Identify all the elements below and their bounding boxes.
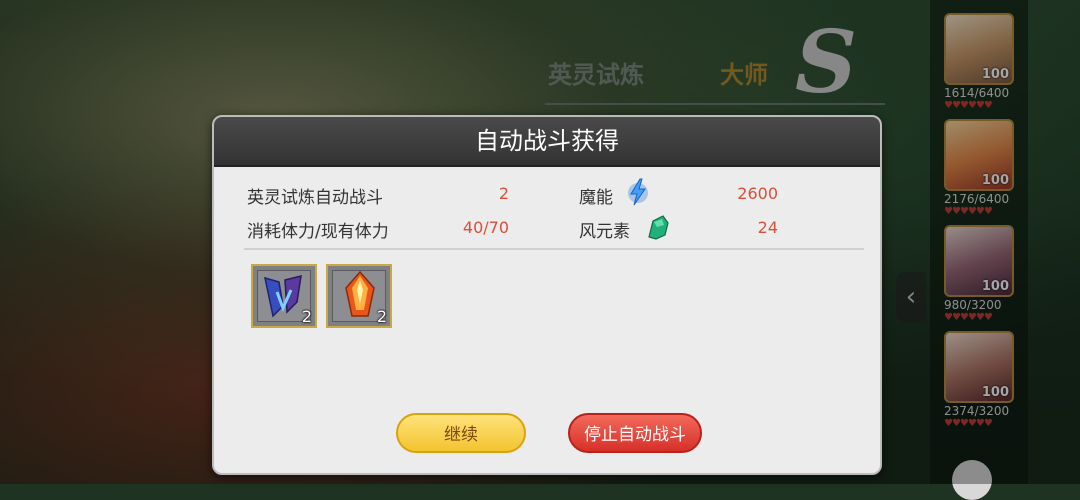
item-count: 2 bbox=[376, 307, 387, 326]
auto-battle-reward-dialog: 自动战斗获得 英灵试炼自动战斗 2 魔能 2600 消耗体力/现有体力 40/7… bbox=[212, 115, 882, 475]
dialog-title: 自动战斗获得 bbox=[214, 117, 880, 167]
stats-divider bbox=[244, 248, 864, 250]
auto-battle-count: 2 bbox=[498, 184, 509, 203]
wind-element-icon bbox=[648, 215, 669, 240]
continue-button[interactable]: 继续 bbox=[396, 413, 526, 453]
stats-row-2: 消耗体力/现有体力 40/70 风元素 24 bbox=[247, 213, 843, 247]
reward-stats: 英灵试炼自动战斗 2 魔能 2600 消耗体力/现有体力 40/70 风元素 2… bbox=[247, 178, 843, 247]
magic-label: 魔能 bbox=[579, 188, 613, 208]
wind-element-value: 24 bbox=[757, 218, 778, 237]
magic-value: 2600 bbox=[737, 184, 778, 203]
item-count: 2 bbox=[301, 307, 312, 326]
auto-battle-label: 英灵试炼自动战斗 bbox=[247, 188, 383, 208]
stamina-value: 40/70 bbox=[462, 218, 509, 237]
fire-crystal-icon bbox=[345, 270, 375, 317]
stamina-label: 消耗体力/现有体力 bbox=[247, 222, 389, 242]
stop-auto-battle-button[interactable]: 停止自动战斗 bbox=[568, 413, 702, 453]
reward-item-2[interactable]: 2 bbox=[326, 264, 392, 328]
reward-item-1[interactable]: 2 bbox=[251, 264, 317, 328]
blue-wing-fragment-icon bbox=[264, 274, 302, 318]
magic-energy-icon bbox=[628, 178, 648, 206]
stats-row-1: 英灵试炼自动战斗 2 魔能 2600 bbox=[247, 178, 843, 213]
wind-element-label: 风元素 bbox=[579, 222, 630, 242]
